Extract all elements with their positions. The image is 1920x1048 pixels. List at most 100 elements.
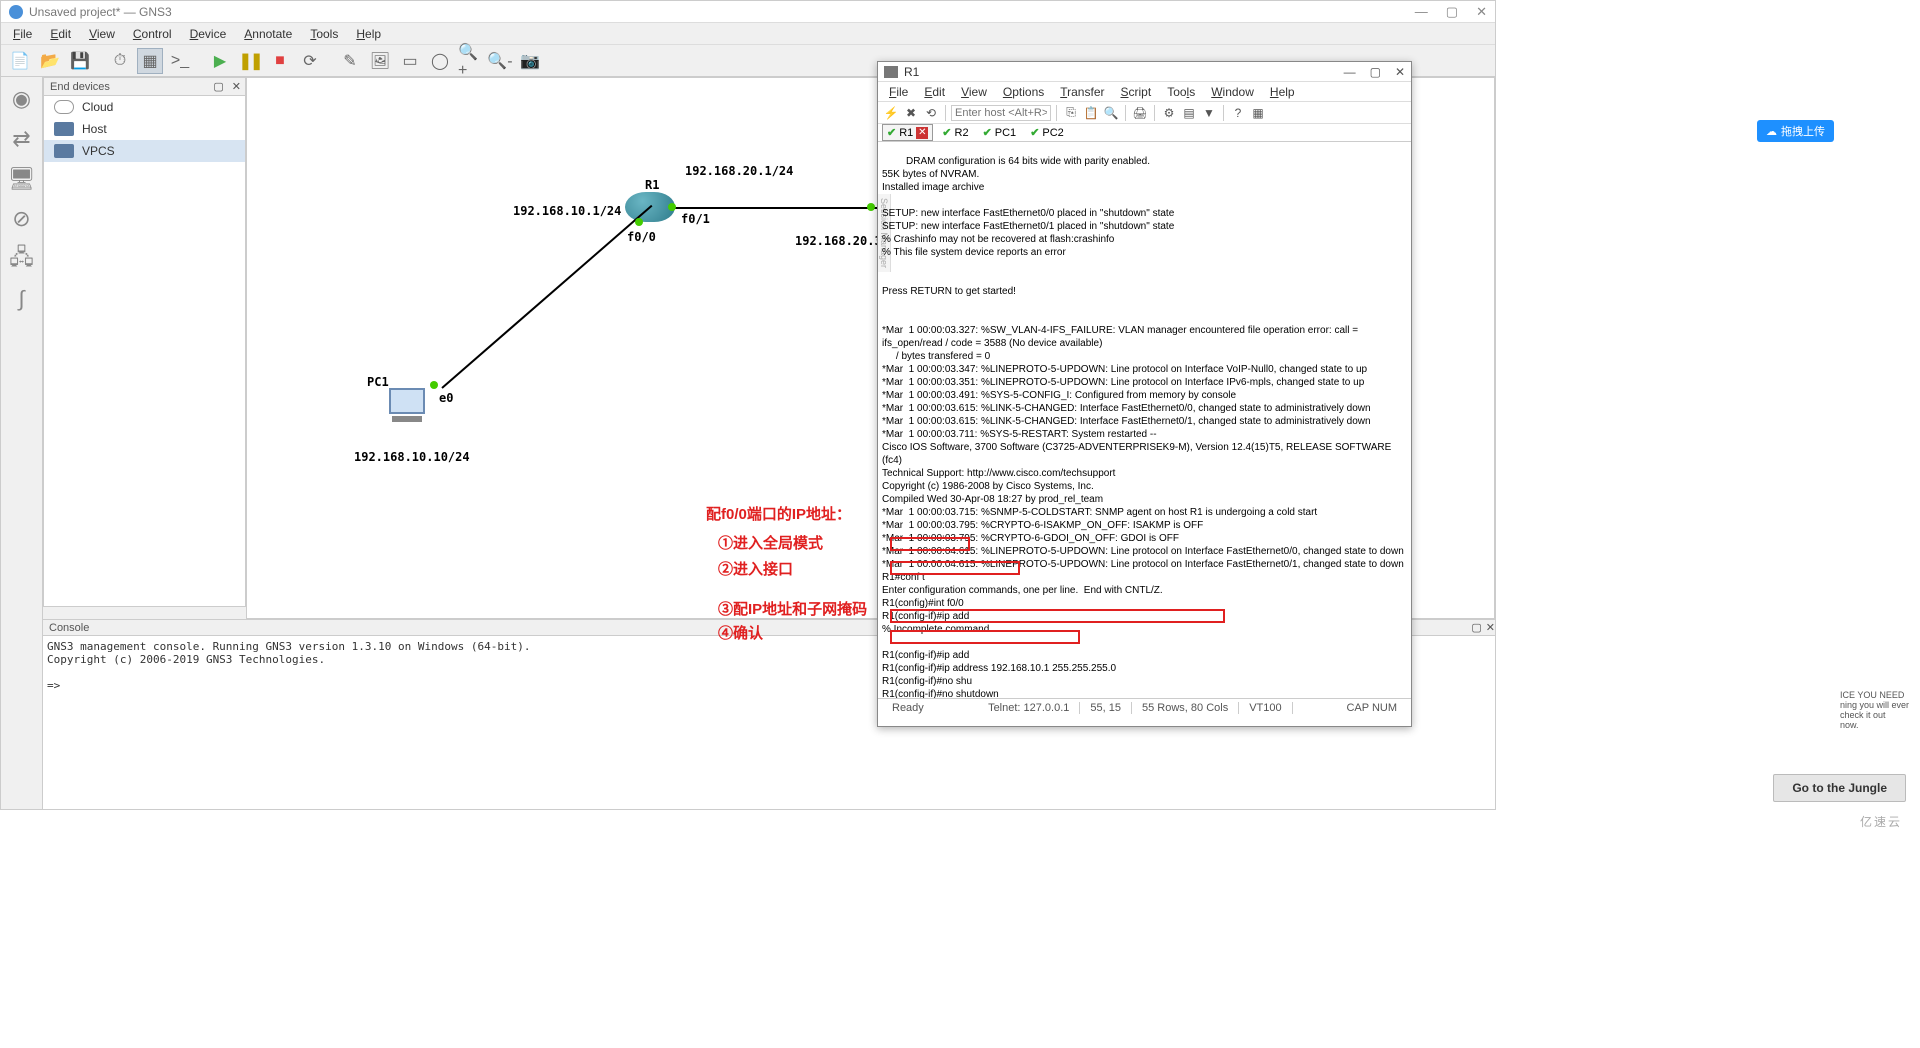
r1-menu-transfer[interactable]: Transfer [1053,84,1111,100]
r1-titlebar[interactable]: R1 — ▢ ✕ [878,62,1411,82]
menu-device[interactable]: Device [182,25,235,43]
snapshot-button[interactable]: ⏱ [107,48,133,74]
rect-button[interactable]: ▭ [397,48,423,74]
console-button[interactable]: >_ [167,48,193,74]
vpcs-icon [54,144,74,158]
panel-detach-icon[interactable]: ▢ [213,80,223,93]
pc1-node[interactable] [389,388,425,420]
device-label: Cloud [82,100,113,114]
device-cloud[interactable]: Cloud [44,96,245,118]
show-labels-button[interactable]: ▦ [137,48,163,74]
r1-window-title: R1 [904,65,1344,79]
sessions-icon[interactable]: ▤ [1180,104,1198,122]
print-icon[interactable]: 🖨 [1131,104,1149,122]
anno-line4: ④确认 [718,622,763,643]
note-button[interactable]: ✎ [337,48,363,74]
r1-menu-file[interactable]: File [882,84,915,100]
r1-menu-script[interactable]: Script [1114,84,1159,100]
zoom-out-button[interactable]: 🔍- [487,48,513,74]
check-icon: ✔ [1030,126,1039,139]
dock-security-icon[interactable]: ⊘ [4,201,40,237]
minimize-button[interactable]: — [1415,4,1428,20]
find-icon[interactable]: 🔍 [1102,104,1120,122]
go-to-jungle-button[interactable]: Go to the Jungle [1773,774,1906,802]
start-button[interactable]: ▶ [207,48,233,74]
devices-panel-title: End devices [50,81,110,93]
filter-icon[interactable]: ▼ [1200,104,1218,122]
tab-pc2[interactable]: ✔PC2 [1025,124,1069,141]
save-project-button[interactable]: 💾 [67,48,93,74]
menu-control[interactable]: Control [125,25,180,43]
if-label-f00: f0/0 [627,230,656,244]
panel-close-icon[interactable]: ✕ [228,80,245,93]
options-icon[interactable]: ⚙ [1160,104,1178,122]
pause-button[interactable]: ❚❚ [237,48,263,74]
about-icon[interactable]: ▦ [1249,104,1267,122]
menu-help[interactable]: Help [348,25,389,43]
r1-terminal-output[interactable]: DRAM configuration is 64 bits wide with … [878,142,1411,698]
panel-detach-icon[interactable]: ▢ [1471,621,1481,634]
new-project-button[interactable]: 📄 [7,48,33,74]
r1-maximize-button[interactable]: ▢ [1370,65,1381,79]
panel-close-icon[interactable]: ✕ [1486,621,1495,634]
r1-menu-help[interactable]: Help [1263,84,1302,100]
device-list: Cloud Host VPCS [44,96,245,162]
r1-close-button[interactable]: ✕ [1395,65,1405,79]
r1-menu-edit[interactable]: Edit [917,84,952,100]
r1-toolbar: ⚡ ✖ ⟲ ⎘ 📋 🔍 🖨 ⚙ ▤ ▼ ? ▦ [878,102,1411,124]
stop-button[interactable]: ■ [267,48,293,74]
dock-link-icon[interactable]: ∫ [4,281,40,317]
upload-button[interactable]: ☁拖拽上传 [1757,120,1834,142]
app-icon [9,5,23,19]
dock-routers-icon[interactable]: ◉ [4,81,40,117]
dock-switches-icon[interactable]: ⇄ [4,121,40,157]
port-dot [668,203,676,211]
reconnect-icon[interactable]: ⟲ [922,104,940,122]
tab-close-icon[interactable]: ✕ [916,127,928,139]
dock-all-devices-icon[interactable]: 🖧 [4,241,40,277]
tab-r1[interactable]: ✔R1✕ [882,124,933,141]
screenshot-button[interactable]: 📷 [517,48,543,74]
menu-edit[interactable]: Edit [42,25,79,43]
menu-annotate[interactable]: Annotate [236,25,300,43]
device-dock: ◉ ⇄ 🖥 ⊘ 🖧 ∫ [1,77,43,809]
maximize-button[interactable]: ▢ [1446,4,1458,20]
redbox-conft [890,537,970,551]
close-button[interactable]: ✕ [1476,4,1487,20]
host-icon [54,122,74,136]
zoom-in-button[interactable]: 🔍+ [457,48,483,74]
node-label-r1: R1 [645,178,659,192]
r1-menu-window[interactable]: Window [1204,84,1261,100]
tab-pc1[interactable]: ✔PC1 [978,124,1022,141]
menu-view[interactable]: View [81,25,123,43]
tab-label: R2 [955,127,969,139]
r1-menu-tools[interactable]: Tools [1160,84,1202,100]
titlebar[interactable]: Unsaved project* — GNS3 — ▢ ✕ [1,1,1495,23]
connect-icon[interactable]: ⚡ [882,104,900,122]
dock-end-devices-icon[interactable]: 🖥 [4,161,40,197]
open-project-button[interactable]: 📂 [37,48,63,74]
ellipse-button[interactable]: ◯ [427,48,453,74]
device-host[interactable]: Host [44,118,245,140]
r1-terminal-window: R1 — ▢ ✕ File Edit View Options Transfer… [877,61,1412,727]
r1-menu-view[interactable]: View [954,84,994,100]
anno-title: 配f0/0端口的IP地址： [706,503,851,524]
if-label-e0: e0 [439,391,453,405]
menu-tools[interactable]: Tools [302,25,346,43]
status-telnet: Telnet: 127.0.0.1 [978,702,1080,714]
menu-file[interactable]: File [5,25,40,43]
host-input[interactable] [951,105,1051,121]
image-button[interactable]: 🖼 [367,48,393,74]
devices-panel: End devices ▢ ✕ Cloud Host VPCS [43,77,246,607]
device-label: Host [82,122,107,136]
device-vpcs[interactable]: VPCS [44,140,245,162]
r1-tabs: ✔R1✕ ✔R2 ✔PC1 ✔PC2 [878,124,1411,142]
copy-icon[interactable]: ⎘ [1062,104,1080,122]
help-icon[interactable]: ? [1229,104,1247,122]
reload-button[interactable]: ⟳ [297,48,323,74]
r1-menu-options[interactable]: Options [996,84,1051,100]
disconnect-icon[interactable]: ✖ [902,104,920,122]
r1-minimize-button[interactable]: — [1344,65,1356,79]
paste-icon[interactable]: 📋 [1082,104,1100,122]
tab-r2[interactable]: ✔R2 [937,124,973,141]
